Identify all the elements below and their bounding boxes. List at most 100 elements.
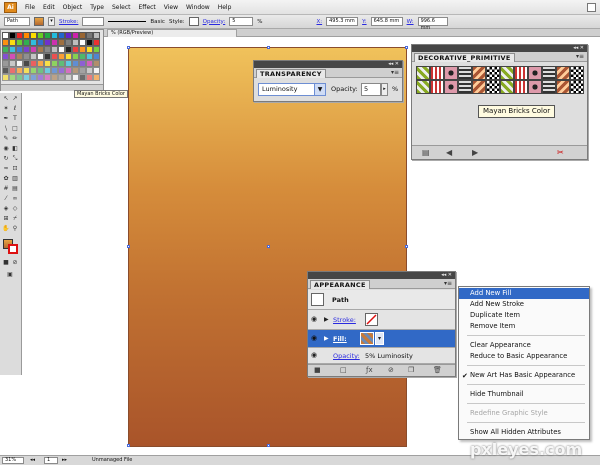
- x-label[interactable]: X:: [316, 19, 322, 25]
- opacity-field[interactable]: 5: [229, 17, 254, 26]
- free-transform-tool-icon[interactable]: ⊡: [11, 165, 19, 173]
- graph-tool-icon[interactable]: ▥: [11, 175, 19, 183]
- color-swatch[interactable]: [37, 32, 44, 39]
- pattern-swatch[interactable]: [542, 66, 556, 80]
- warp-tool-icon[interactable]: ≈: [2, 165, 10, 173]
- color-swatch[interactable]: [93, 39, 100, 46]
- pattern-swatch[interactable]: [570, 80, 584, 94]
- color-swatch[interactable]: [9, 53, 16, 60]
- menu-view[interactable]: View: [160, 4, 182, 11]
- color-swatch[interactable]: [72, 74, 79, 81]
- break-link-icon[interactable]: ✂: [557, 148, 564, 157]
- object-row[interactable]: Path: [308, 290, 455, 310]
- pen-tool-icon[interactable]: ✒: [2, 115, 10, 123]
- none-mode-icon[interactable]: ⊘: [11, 259, 19, 267]
- color-swatch[interactable]: [16, 39, 23, 46]
- menu-window[interactable]: Window: [182, 4, 214, 11]
- decorative-primitive-tab[interactable]: DECORATIVE_PRIMITIVE: [414, 53, 515, 62]
- color-swatch[interactable]: [93, 60, 100, 67]
- opacity-label[interactable]: Opacity:: [203, 19, 226, 25]
- duplicate-item-icon[interactable]: ❐: [408, 366, 414, 375]
- stroke-label[interactable]: Stroke:: [59, 19, 78, 25]
- pattern-swatch[interactable]: [444, 80, 458, 94]
- menu-object[interactable]: Object: [59, 4, 87, 11]
- hand-tool-icon[interactable]: ✋: [2, 225, 10, 233]
- selection-handle[interactable]: [127, 46, 130, 49]
- panel-menu-icon[interactable]: ▾≡: [391, 69, 399, 76]
- color-swatch[interactable]: [65, 67, 72, 74]
- previous-library-icon[interactable]: ◀: [446, 148, 452, 157]
- color-swatch[interactable]: [93, 67, 100, 74]
- fill-dropdown-icon[interactable]: ▾: [48, 17, 55, 26]
- menu-item-duplicate-item[interactable]: Duplicate Item: [459, 310, 589, 321]
- color-swatch[interactable]: [2, 53, 9, 60]
- color-swatch[interactable]: [30, 46, 37, 53]
- color-swatch[interactable]: [72, 67, 79, 74]
- menu-edit[interactable]: Edit: [39, 4, 59, 11]
- color-swatch[interactable]: [58, 32, 65, 39]
- color-swatch[interactable]: [65, 46, 72, 53]
- pattern-swatch[interactable]: [556, 66, 570, 80]
- color-swatch[interactable]: [37, 39, 44, 46]
- color-swatch[interactable]: [51, 53, 58, 60]
- visibility-eye-icon[interactable]: ◉: [311, 351, 317, 359]
- color-swatch[interactable]: [16, 46, 23, 53]
- color-swatch[interactable]: [79, 60, 86, 67]
- type-tool-icon[interactable]: T: [11, 115, 19, 123]
- panel-menu-icon[interactable]: ▾≡: [444, 280, 452, 287]
- pattern-swatch[interactable]: [486, 80, 500, 94]
- color-swatch[interactable]: [9, 67, 16, 74]
- color-swatch[interactable]: [16, 74, 23, 81]
- stroke-color-icon[interactable]: [8, 244, 18, 254]
- color-swatch[interactable]: [93, 32, 100, 39]
- color-swatch[interactable]: [93, 46, 100, 53]
- color-swatch[interactable]: [72, 46, 79, 53]
- color-swatch[interactable]: [44, 39, 51, 46]
- color-swatch[interactable]: [2, 74, 9, 81]
- color-swatch[interactable]: [58, 60, 65, 67]
- pattern-swatch-grid[interactable]: [416, 66, 584, 94]
- fill-row[interactable]: ◉ ▶ Fill: ▾: [308, 330, 455, 348]
- color-swatch[interactable]: [79, 32, 86, 39]
- color-swatch[interactable]: [23, 67, 30, 74]
- screen-mode-icon[interactable]: ▣: [6, 271, 14, 279]
- color-swatch[interactable]: [58, 74, 65, 81]
- gradient-tool-icon[interactable]: ▤: [11, 185, 19, 193]
- menu-item-add-new-fill[interactable]: Add New Fill: [459, 288, 589, 299]
- color-swatch[interactable]: [72, 60, 79, 67]
- live-paint-selection-tool-icon[interactable]: ◇: [11, 205, 19, 213]
- blob-brush-tool-icon[interactable]: ◉: [2, 145, 10, 153]
- color-swatch[interactable]: [2, 32, 9, 39]
- panel-titlebar[interactable]: ◂◂ ✕: [254, 61, 402, 68]
- library-menu-icon[interactable]: ▤: [422, 148, 430, 157]
- document-tab[interactable]: % (RGB/Preview): [107, 29, 237, 37]
- color-swatch[interactable]: [65, 53, 72, 60]
- rotate-tool-icon[interactable]: ↻: [2, 155, 10, 163]
- pattern-swatch[interactable]: [556, 80, 570, 94]
- color-swatch[interactable]: [51, 74, 58, 81]
- add-fill-icon[interactable]: □: [340, 366, 347, 375]
- pattern-swatch[interactable]: [514, 66, 528, 80]
- color-swatch[interactable]: [44, 74, 51, 81]
- x-field[interactable]: 495.3 mm: [326, 17, 359, 26]
- selection-handle[interactable]: [405, 46, 408, 49]
- color-swatch[interactable]: [2, 46, 9, 53]
- color-swatch[interactable]: [44, 53, 51, 60]
- color-swatch[interactable]: [23, 46, 30, 53]
- pattern-swatch[interactable]: [528, 80, 542, 94]
- zoom-field[interactable]: 31%: [2, 457, 24, 464]
- pattern-swatch[interactable]: [486, 66, 500, 80]
- color-swatch[interactable]: [86, 67, 93, 74]
- color-swatch[interactable]: [65, 39, 72, 46]
- color-swatch[interactable]: [58, 39, 65, 46]
- selection-tool-icon[interactable]: ↖: [2, 95, 10, 103]
- selection-handle[interactable]: [127, 245, 130, 248]
- color-swatch[interactable]: [86, 46, 93, 53]
- pencil-tool-icon[interactable]: ✏: [11, 135, 19, 143]
- stroke-none-swatch[interactable]: [365, 313, 378, 326]
- color-swatch[interactable]: [51, 67, 58, 74]
- live-paint-tool-icon[interactable]: ◈: [2, 205, 10, 213]
- pattern-swatch[interactable]: [416, 80, 430, 94]
- color-swatch[interactable]: [93, 74, 100, 81]
- artboard-nav-icon[interactable]: ◂◂: [30, 456, 35, 464]
